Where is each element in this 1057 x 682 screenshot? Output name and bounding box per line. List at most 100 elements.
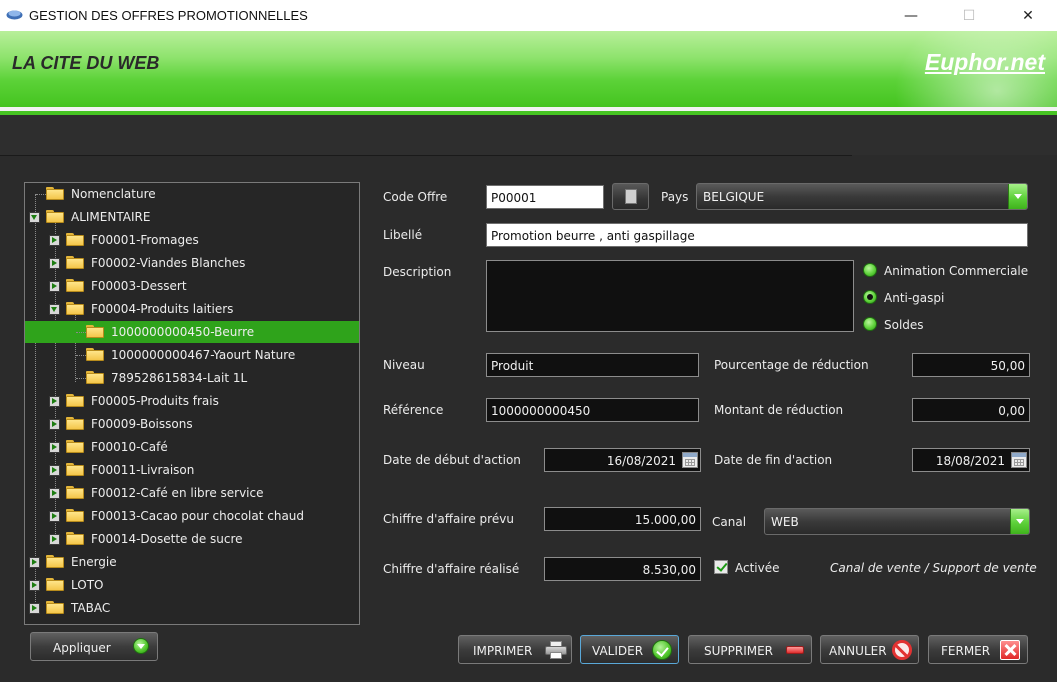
window-title: GESTION DES OFFRES PROMOTIONNELLES [29,8,308,23]
app-icon [6,10,23,20]
tree-item-energie[interactable]: Energie [25,551,359,573]
expand-icon[interactable] [49,465,60,476]
valider-button[interactable]: VALIDER [580,635,679,664]
radio-label: Anti-gaspi [884,291,945,305]
brand-link[interactable]: Euphor.net [925,49,1045,76]
button-label: VALIDER [592,644,644,658]
tree-item-f00009[interactable]: F00009-Boissons [25,413,359,435]
printer-icon [545,641,567,659]
expand-icon[interactable] [49,235,60,246]
tree-connector [76,378,86,379]
button-label: SUPPRIMER [704,644,774,658]
tree-item-f00011[interactable]: F00011-Livraison [25,459,359,481]
tree-item-f00005[interactable]: F00005-Produits frais [25,390,359,412]
niveau-field[interactable]: Produit [486,353,699,377]
expand-icon[interactable] [49,396,60,407]
expand-icon[interactable] [49,281,60,292]
date-debut-field[interactable]: 16/08/2021 [544,448,701,472]
tree-item-f00014[interactable]: F00014-Dosette de sucre [25,528,359,550]
tree-item-f00003[interactable]: F00003-Dessert [25,275,359,297]
expand-icon[interactable] [49,258,60,269]
tree-item-label: F00012-Café en libre service [91,486,264,500]
nomenclature-tree[interactable]: Nomenclature ALIMENTAIRE F00001-Fromages… [24,182,360,625]
tree-item-f00004[interactable]: F00004-Produits laitiers [25,298,359,320]
appliquer-button[interactable]: Appliquer [30,632,158,661]
tree-item-label: F00003-Dessert [91,279,187,293]
button-label: FERMER [941,644,991,658]
check-icon [652,640,672,660]
tree-item-tabac[interactable]: TABAC [25,597,359,619]
ca-prevu-field[interactable]: 15.000,00 [544,507,701,531]
expand-icon[interactable] [49,419,60,430]
tree-item-f00013[interactable]: F00013-Cacao pour chocolat chaud [25,505,359,527]
chevron-down-icon[interactable] [1010,509,1029,534]
montant-field[interactable]: 0,00 [912,398,1030,422]
document-button[interactable] [612,183,649,210]
tree-item-beurre[interactable]: 1000000000450-Beurre [25,321,359,343]
radio-soldes[interactable] [863,317,877,331]
document-icon [625,189,637,204]
ca-prevu-label: Chiffre d'affaire prévu [383,512,514,526]
tree-item-label: F00014-Dosette de sucre [91,532,243,546]
collapse-icon[interactable] [49,304,60,315]
close-window-button[interactable]: ✕ [1005,0,1051,31]
maximize-button[interactable]: ☐ [946,0,992,31]
supprimer-button[interactable]: SUPPRIMER [688,635,812,664]
tree-item-f00010[interactable]: F00010-Café [25,436,359,458]
radio-anti-gaspi[interactable] [863,290,877,304]
folder-icon [86,371,104,384]
tree-item-label: F00001-Fromages [91,233,199,247]
canal-select[interactable]: WEB [764,508,1030,535]
date-debut-value: 16/08/2021 [606,454,676,468]
expand-icon[interactable] [49,511,60,522]
expand-icon[interactable] [49,488,60,499]
calendar-icon[interactable] [1011,452,1027,468]
collapse-icon[interactable] [29,212,40,223]
pourcentage-label: Pourcentage de réduction [714,358,869,372]
folder-icon [66,279,84,292]
ca-realise-field[interactable]: 8.530,00 [544,557,701,581]
tree-item-label: F00011-Livraison [91,463,195,477]
tree-connector [76,355,86,356]
canal-label: Canal [712,515,747,529]
reference-field[interactable]: 1000000000450 [486,398,699,422]
date-fin-label: Date de fin d'action [714,453,833,467]
tree-item-nomenclature[interactable]: Nomenclature [25,183,359,205]
expand-icon[interactable] [29,580,40,591]
code-offre-field[interactable]: P00001 [486,185,604,209]
pays-select[interactable]: BELGIQUE [696,183,1028,210]
chevron-down-icon[interactable] [1008,184,1027,209]
niveau-label: Niveau [383,358,425,372]
tree-item-yaourt[interactable]: 1000000000467-Yaourt Nature [25,344,359,366]
tree-item-lait[interactable]: 789528615834-Lait 1L [25,367,359,389]
expand-icon[interactable] [29,557,40,568]
description-label: Description [383,265,452,279]
calendar-icon[interactable] [682,452,698,468]
activee-checkbox[interactable] [714,560,728,574]
expand-icon[interactable] [49,442,60,453]
minimize-button[interactable]: — [888,0,934,31]
annuler-button[interactable]: ANNULER [820,635,919,664]
imprimer-button[interactable]: IMPRIMER [458,635,572,664]
folder-icon [86,348,104,361]
date-fin-field[interactable]: 18/08/2021 [912,448,1030,472]
expand-icon[interactable] [29,603,40,614]
date-debut-label: Date de début d'action [383,453,521,467]
toolbar-divider [0,155,852,156]
pourcentage-field[interactable]: 50,00 [912,353,1030,377]
expand-icon[interactable] [49,534,60,545]
tree-item-alimentaire[interactable]: ALIMENTAIRE [25,206,359,228]
folder-icon [66,394,84,407]
libelle-field[interactable]: Promotion beurre , anti gaspillage [486,223,1028,247]
tree-item-f00012[interactable]: F00012-Café en libre service [25,482,359,504]
fermer-button[interactable]: FERMER [928,635,1028,664]
tree-item-label: 1000000000467-Yaourt Nature [111,348,296,362]
tree-item-f00002[interactable]: F00002-Viandes Blanches [25,252,359,274]
folder-open-icon [66,302,84,315]
tree-item-label: Nomenclature [71,187,156,201]
tree-item-f00001[interactable]: F00001-Fromages [25,229,359,251]
description-field[interactable] [486,260,854,332]
tree-connector [76,332,86,333]
radio-animation-commerciale[interactable] [863,263,877,277]
tree-item-loto[interactable]: LOTO [25,574,359,596]
